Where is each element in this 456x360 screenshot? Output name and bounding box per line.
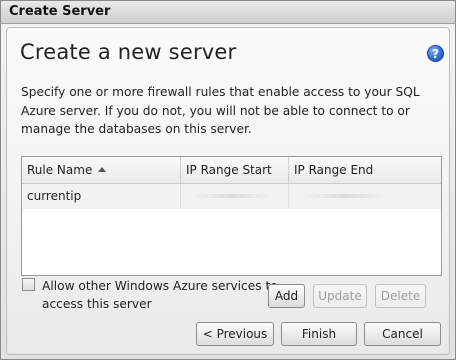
window-title: Create Server bbox=[9, 4, 111, 19]
previous-button[interactable]: < Previous bbox=[196, 322, 274, 346]
allow-azure-services-checkbox[interactable] bbox=[22, 278, 35, 291]
redacted-ip-end bbox=[300, 194, 390, 198]
column-header-ip-range-start[interactable]: IP Range Start bbox=[181, 157, 288, 183]
sort-ascending-icon bbox=[98, 167, 107, 172]
update-rule-button[interactable]: Update bbox=[313, 284, 367, 308]
table-row[interactable]: currentip bbox=[22, 184, 441, 209]
finish-button[interactable]: Finish bbox=[281, 322, 357, 346]
column-header-ip-range-end[interactable]: IP Range End bbox=[289, 157, 441, 183]
firewall-rules-grid: Rule Name IP Range Start IP Range End cu… bbox=[21, 156, 442, 276]
delete-rule-button[interactable]: Delete bbox=[375, 284, 426, 308]
allow-azure-services-label[interactable]: Allow other Windows Azure services to ac… bbox=[42, 277, 282, 313]
page-title: Create a new server bbox=[20, 40, 237, 64]
help-icon[interactable]: ? bbox=[427, 45, 444, 62]
redacted-ip-start bbox=[192, 194, 272, 198]
cancel-button[interactable]: Cancel bbox=[364, 322, 441, 346]
description-text: Specify one or more firewall rules that … bbox=[21, 85, 420, 136]
title-bar: Create Server bbox=[1, 1, 455, 24]
grid-header: Rule Name IP Range Start IP Range End bbox=[22, 157, 441, 184]
column-header-rule-name-label: Rule Name bbox=[27, 163, 93, 177]
add-rule-button[interactable]: Add bbox=[268, 284, 305, 308]
column-header-rule-name[interactable]: Rule Name bbox=[22, 157, 180, 183]
cell-rule-name: currentip bbox=[27, 189, 82, 203]
